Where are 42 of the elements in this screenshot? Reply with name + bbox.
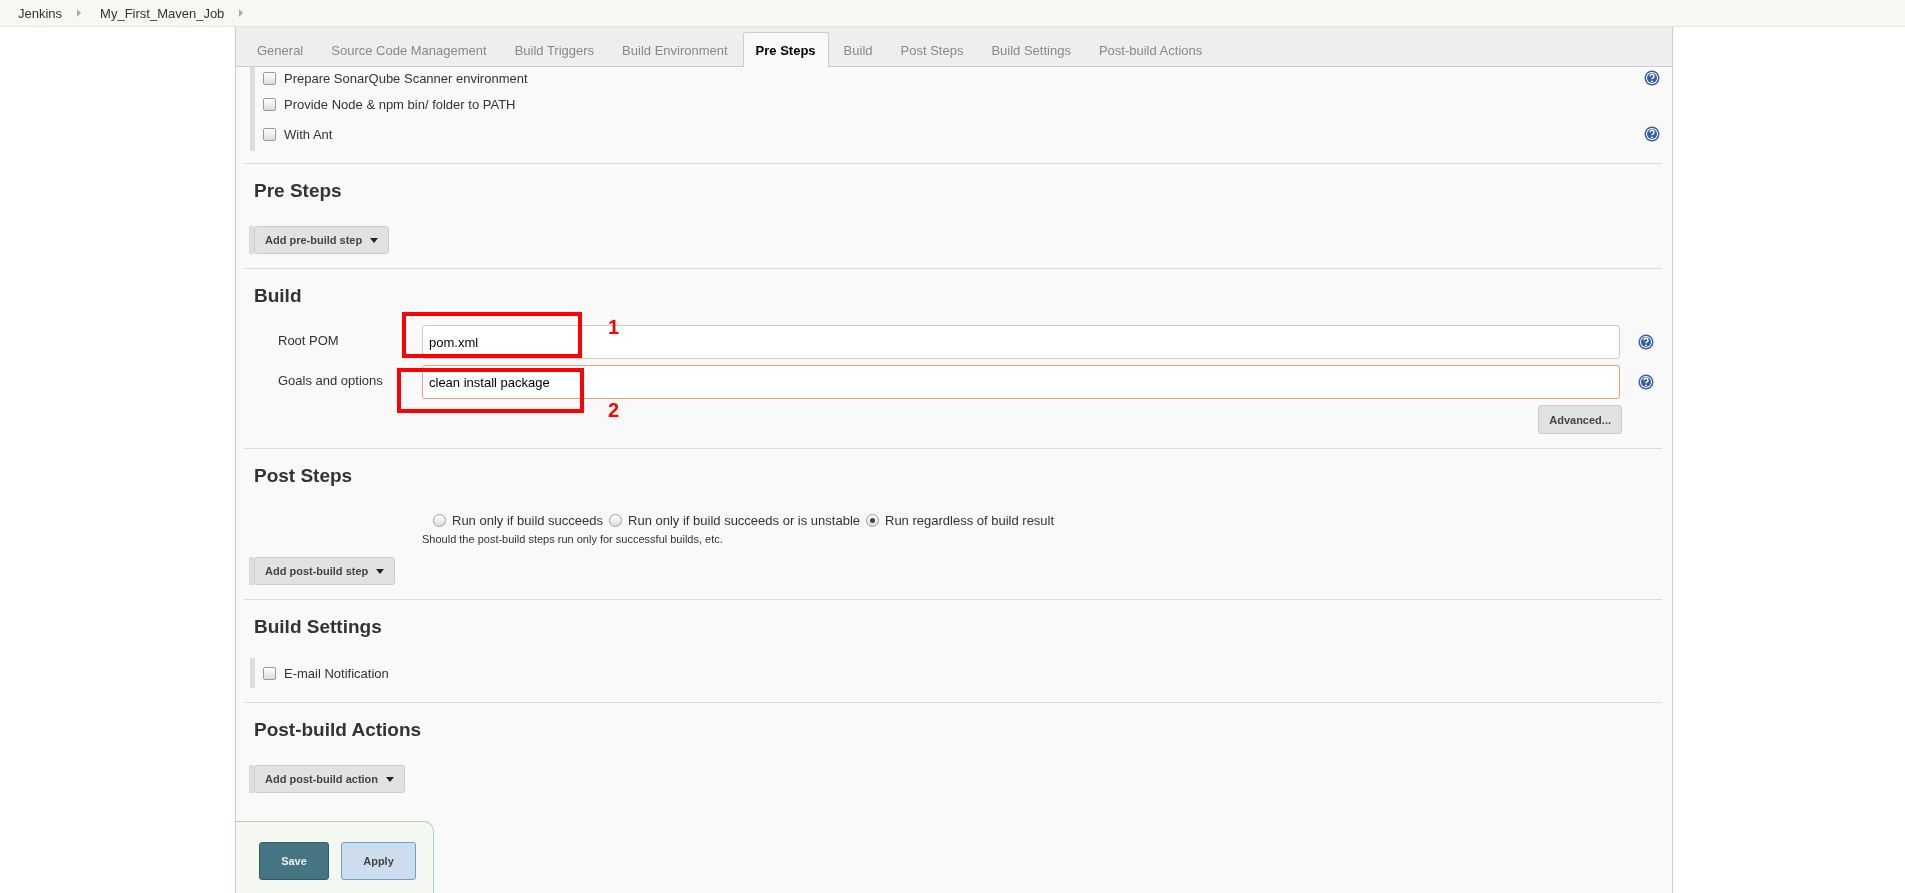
radio-button[interactable]: [609, 513, 623, 527]
help-text: Should the post-build steps run only for successful builds, etc.: [421, 533, 724, 545]
section-heading: Build Settings: [253, 615, 383, 639]
help-icon[interactable]: [1638, 374, 1654, 390]
caret-icon: [376, 568, 385, 574]
add-step-button[interactable]: Add pre-build step: [254, 226, 390, 254]
field-label: Goals and options: [277, 372, 384, 388]
checkbox[interactable]: [263, 71, 276, 85]
tab[interactable]: Pre Steps: [742, 32, 829, 67]
help-icon[interactable]: [1644, 126, 1660, 142]
radio-label: Run only if build succeeds: [452, 512, 604, 528]
breadcrumb-link[interactable]: Jenkins: [18, 5, 63, 21]
save-button[interactable]: Save: [259, 842, 329, 880]
field-label: Root POM: [277, 332, 340, 348]
breadcrumb-link[interactable]: My_First_Maven_Job: [100, 5, 225, 21]
help-icon[interactable]: [1638, 334, 1654, 350]
radio-label: Run only if build succeeds or is unstable: [628, 512, 860, 528]
add-step-button[interactable]: Add post-build action: [254, 765, 406, 793]
radio-label: Run regardless of build result: [885, 512, 1055, 528]
text-field[interactable]: clean install package: [422, 365, 1620, 399]
radio-button[interactable]: [433, 513, 446, 527]
section-heading: Build: [253, 284, 303, 308]
annotation-number: 2: [608, 400, 620, 420]
section-heading: Post Steps: [253, 464, 354, 488]
section-heading: Post-build Actions: [253, 718, 423, 742]
caret-icon: [386, 776, 395, 782]
checkbox-label: E-mail Notification: [284, 665, 389, 681]
advanced-button[interactable]: Advanced...: [1538, 405, 1622, 434]
checkbox-label: Provide Node & npm bin/ folder to PATH: [284, 96, 516, 112]
caret-icon: [370, 237, 379, 243]
checkbox[interactable]: [263, 97, 276, 111]
section-heading: Pre Steps: [253, 179, 343, 203]
checkbox-label: With Ant: [284, 126, 333, 142]
help-icon[interactable]: [1644, 70, 1660, 86]
chevron-icon[interactable]: [238, 9, 245, 17]
checkbox-label: Prepare SonarQube Scanner environment: [284, 70, 528, 86]
add-step-button[interactable]: Add post-build step: [254, 557, 396, 585]
checkbox[interactable]: [263, 127, 276, 141]
chevron-icon[interactable]: [76, 9, 83, 17]
radio-button[interactable]: [866, 513, 879, 527]
checkbox[interactable]: [263, 666, 276, 680]
apply-button[interactable]: Apply: [341, 842, 416, 880]
